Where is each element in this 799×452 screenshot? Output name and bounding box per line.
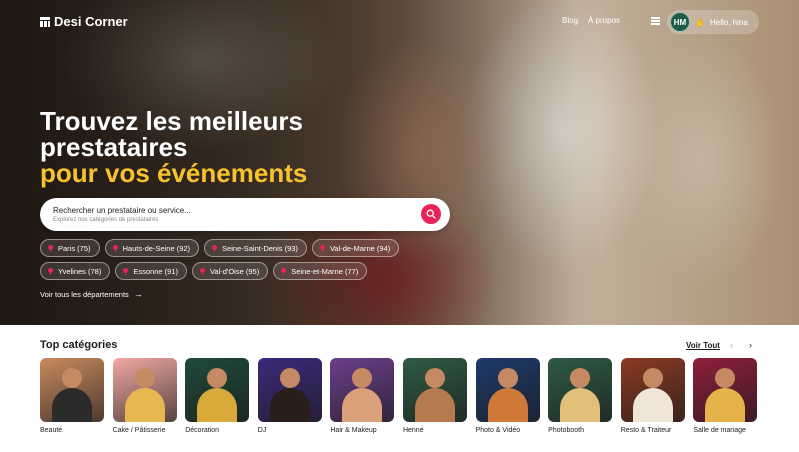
categories-carousel: Beauté Cake / Pâtisserie Décoration DJ Hair … — [40, 358, 758, 434]
location-chip-label: Seine-et-Marne (77) — [291, 266, 359, 276]
search-icon — [426, 209, 436, 219]
category-card[interactable]: Henné — [402, 358, 467, 434]
map-pin-icon — [48, 244, 53, 252]
hero-section: Desi Corner Blog À propos HM ✋ Hello, hi… — [0, 0, 799, 325]
category-label: Henné — [402, 427, 424, 434]
location-chip[interactable]: Seine-et-Marne (77) — [273, 262, 368, 280]
arrow-right-icon: → — [133, 289, 143, 299]
category-image — [620, 358, 685, 422]
top-navigation: Desi Corner Blog À propos HM ✋ Hello, hi… — [0, 0, 799, 44]
location-chips-row-1: Paris (75) Hauts-de-Seine (92) Seine-Saint… — [40, 239, 460, 257]
location-chip-label: Hauts-de-Seine (92) — [122, 243, 191, 253]
category-label: Hair & Makeup — [330, 427, 377, 434]
logo-text: Desi Corner — [54, 14, 128, 29]
headline-line-2: prestataires — [40, 132, 188, 162]
category-label: DJ — [257, 427, 267, 434]
headline-line-1: Trouvez les meilleurs — [40, 106, 304, 136]
hamburger-menu-icon[interactable] — [651, 17, 660, 25]
location-chip[interactable]: Hauts-de-Seine (92) — [104, 239, 200, 257]
category-label: Photobooth — [548, 427, 584, 434]
search-button[interactable] — [421, 204, 441, 224]
category-image — [330, 358, 395, 422]
category-image — [257, 358, 322, 422]
category-card[interactable]: DJ — [257, 358, 322, 434]
location-chip[interactable]: Val-de-Marne (94) — [311, 239, 400, 257]
category-card[interactable]: Photobooth — [548, 358, 613, 434]
chevron-right-icon[interactable]: › — [749, 340, 752, 350]
map-pin-icon — [48, 267, 53, 275]
category-card[interactable]: Beauté — [40, 358, 104, 434]
all-departments-label: Voir tous les départements — [40, 289, 129, 299]
user-greeting: Hello, hina — [709, 17, 748, 27]
location-chips: Paris (75) Hauts-de-Seine (92) Seine-Saint… — [40, 239, 460, 285]
user-menu-button[interactable]: HM ✋ Hello, hina — [667, 10, 759, 34]
all-departments-link[interactable]: Voir tous les départements → — [40, 289, 143, 299]
category-card[interactable]: Resto & Traiteur — [620, 358, 685, 434]
categories-title: Top catégories — [40, 339, 118, 351]
location-chip-label: Yvelines (78) — [58, 266, 102, 276]
map-pin-icon — [123, 267, 129, 275]
avatar: HM — [670, 12, 690, 32]
category-image — [475, 358, 540, 422]
category-label: Photo & Vidéo — [475, 427, 521, 434]
category-image — [40, 358, 104, 422]
see-all-link[interactable]: Voir Tout — [686, 341, 720, 350]
location-chip-label: Paris (75) — [58, 243, 91, 253]
search-subtitle: Explorez nos catégories de prestataires — [53, 217, 159, 223]
hero-headline: Trouvez les meilleurs prestataires pour … — [40, 108, 307, 186]
location-chip[interactable]: Seine-Saint-Denis (93) — [204, 239, 307, 257]
category-card[interactable]: Photo & Vidéo — [475, 358, 540, 434]
location-chip-label: Val-de-Marne (94) — [329, 243, 391, 253]
category-card[interactable]: Salle de mariage — [693, 358, 758, 434]
category-image — [112, 358, 177, 422]
waving-hand-icon: ✋ — [695, 17, 705, 27]
location-chip[interactable]: Essonne (91) — [115, 262, 187, 280]
location-chip-label: Seine-Saint-Denis (93) — [222, 243, 298, 253]
nav-link-about[interactable]: À propos — [588, 16, 620, 25]
nav-link-blog[interactable]: Blog — [562, 16, 578, 25]
search-bar[interactable]: Rechercher un prestataire ou service... … — [40, 198, 450, 231]
category-label: Décoration — [185, 427, 220, 434]
location-chip[interactable]: Yvelines (78) — [40, 262, 111, 280]
category-image — [402, 358, 467, 422]
category-label: Salle de mariage — [693, 427, 746, 434]
headline-accent: pour vos événements — [40, 158, 308, 188]
category-card[interactable]: Cake / Pâtisserie — [112, 358, 177, 434]
chevron-left-icon[interactable]: ‹ — [730, 340, 733, 350]
map-pin-icon — [112, 244, 118, 252]
map-pin-icon — [281, 267, 287, 275]
map-pin-icon — [212, 244, 218, 252]
category-label: Resto & Traiteur — [620, 427, 672, 434]
category-label: Beauté — [40, 427, 63, 434]
category-label: Cake / Pâtisserie — [112, 427, 166, 434]
logo[interactable]: Desi Corner — [40, 14, 128, 29]
location-chip-label: Val-d'Oise (95) — [209, 266, 260, 276]
location-chip[interactable]: Paris (75) — [40, 239, 100, 257]
search-input[interactable]: Rechercher un prestataire ou service... — [53, 206, 191, 215]
category-image — [185, 358, 250, 422]
location-chip-label: Essonne (91) — [133, 266, 178, 276]
logo-icon — [40, 16, 50, 27]
category-card[interactable]: Hair & Makeup — [330, 358, 395, 434]
category-image — [548, 358, 613, 422]
location-chip[interactable]: Val-d'Oise (95) — [191, 262, 269, 280]
category-image — [693, 358, 758, 422]
location-chips-row-2: Yvelines (78) Essonne (91) Val-d'Oise (95)… — [40, 262, 460, 280]
category-card[interactable]: Décoration — [185, 358, 250, 434]
map-pin-icon — [319, 244, 325, 252]
map-pin-icon — [199, 267, 205, 275]
